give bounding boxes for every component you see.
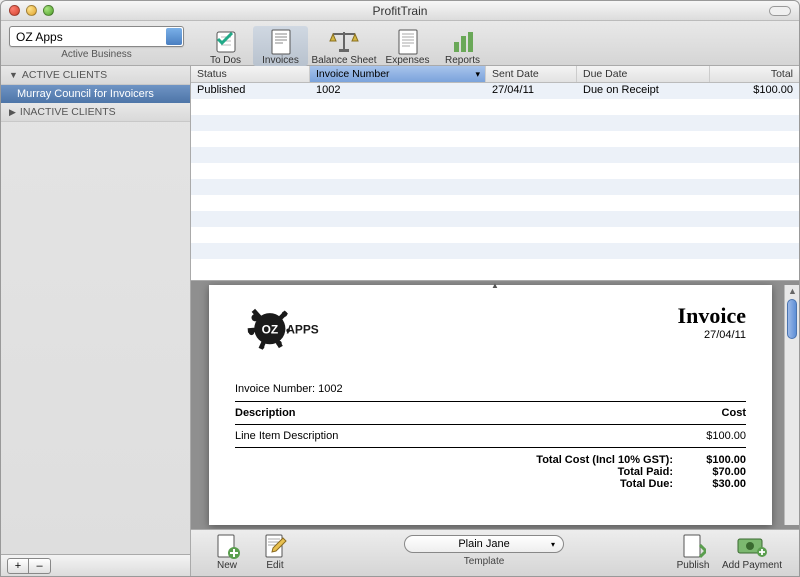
company-logo: OZ APPS: [235, 303, 345, 363]
window-title: ProfitTrain: [373, 4, 428, 18]
sidebar-section-inactive[interactable]: ▶ INACTIVE CLIENTS: [1, 103, 190, 122]
toolbar-invoices[interactable]: Invoices: [253, 26, 308, 66]
minimize-icon[interactable]: [26, 5, 37, 16]
bar-chart-icon: [451, 29, 475, 55]
table-header: Status Invoice Number Sent Date Due Date…: [191, 66, 799, 83]
sidebar: ▼ ACTIVE CLIENTS Murray Council for Invo…: [1, 66, 191, 576]
col-due-date[interactable]: Due Date: [577, 66, 710, 82]
invoice-number-label: Invoice Number:: [235, 383, 315, 395]
totals-block: Total Cost (Incl 10% GST):$100.00 Total …: [235, 454, 746, 490]
window: ProfitTrain OZ Apps Active Business To D…: [0, 0, 800, 577]
remove-client-button[interactable]: –: [29, 558, 51, 574]
sidebar-footer: + –: [1, 554, 190, 576]
publish-icon: [680, 532, 706, 560]
edit-document-icon: [262, 532, 288, 560]
sidebar-client-item[interactable]: Murray Council for Invoicers: [1, 85, 190, 103]
template-label: Template: [464, 556, 505, 567]
add-client-button[interactable]: +: [7, 558, 29, 574]
toolbar-reports[interactable]: Reports: [435, 26, 490, 66]
scale-icon: [329, 29, 359, 55]
scroll-thumb[interactable]: [787, 299, 797, 339]
receipt-icon: [397, 29, 419, 55]
traffic-lights: [9, 5, 54, 16]
sidebar-section-active[interactable]: ▼ ACTIVE CLIENTS: [1, 66, 190, 85]
main-content: Status Invoice Number Sent Date Due Date…: [191, 66, 799, 576]
logo-text: APPS: [286, 322, 318, 336]
invoice-number-value: 1002: [318, 383, 342, 395]
new-invoice-button[interactable]: New: [203, 532, 251, 571]
scroll-up-icon[interactable]: ▲: [788, 286, 797, 296]
publish-button[interactable]: Publish: [669, 532, 717, 571]
invoice-document: OZ APPS Invoice 27/04/11 Invoice Number:…: [209, 285, 772, 525]
col-sent-date[interactable]: Sent Date: [486, 66, 577, 82]
template-select[interactable]: Plain Jane: [404, 535, 564, 553]
line-item-desc: Line Item Description: [235, 428, 604, 444]
edit-invoice-button[interactable]: Edit: [251, 532, 299, 571]
disclosure-triangle-icon: ▶: [9, 107, 16, 118]
col-invoice-number[interactable]: Invoice Number: [310, 66, 486, 82]
active-business-select[interactable]: OZ Apps: [9, 26, 184, 47]
add-payment-button[interactable]: Add Payment: [717, 532, 787, 571]
bottom-toolbar: New Edit Plain Jane Template: [191, 529, 799, 576]
col-total[interactable]: Total: [710, 66, 799, 82]
disclosure-triangle-icon: ▼: [9, 70, 18, 80]
zoom-icon[interactable]: [43, 5, 54, 16]
toolbar-todos[interactable]: To Dos: [198, 26, 253, 66]
invoice-table: Status Invoice Number Sent Date Due Date…: [191, 66, 799, 281]
splitter-handle[interactable]: ▲: [491, 281, 499, 290]
invoice-heading: Invoice: [678, 303, 746, 329]
col-cost: Cost: [599, 405, 746, 421]
checkmark-icon: [214, 29, 238, 55]
table-row[interactable]: Published 1002 27/04/11 Due on Receipt $…: [191, 83, 799, 99]
active-business-value: OZ Apps: [16, 30, 63, 44]
svg-text:OZ: OZ: [262, 322, 279, 336]
toolbar-balance-sheet[interactable]: Balance Sheet: [308, 26, 380, 66]
titlebar: ProfitTrain: [1, 1, 799, 21]
money-icon: [737, 532, 767, 560]
active-business-label: Active Business: [9, 49, 184, 60]
col-status[interactable]: Status: [191, 66, 310, 82]
toolbar-expenses[interactable]: Expenses: [380, 26, 435, 66]
invoice-preview-panel: ▲ OZ: [191, 281, 799, 529]
preview-scrollbar[interactable]: ▲: [784, 285, 799, 525]
col-description: Description: [235, 405, 599, 421]
toolbar-toggle-pill[interactable]: [769, 6, 791, 16]
toolbar: OZ Apps Active Business To Dos Invoices …: [1, 21, 799, 66]
table-body: Published 1002 27/04/11 Due on Receipt $…: [191, 83, 799, 281]
invoice-icon: [270, 29, 292, 55]
new-document-icon: [214, 532, 240, 560]
invoice-date: 27/04/11: [678, 329, 746, 341]
line-item-cost: $100.00: [604, 428, 746, 444]
close-icon[interactable]: [9, 5, 20, 16]
